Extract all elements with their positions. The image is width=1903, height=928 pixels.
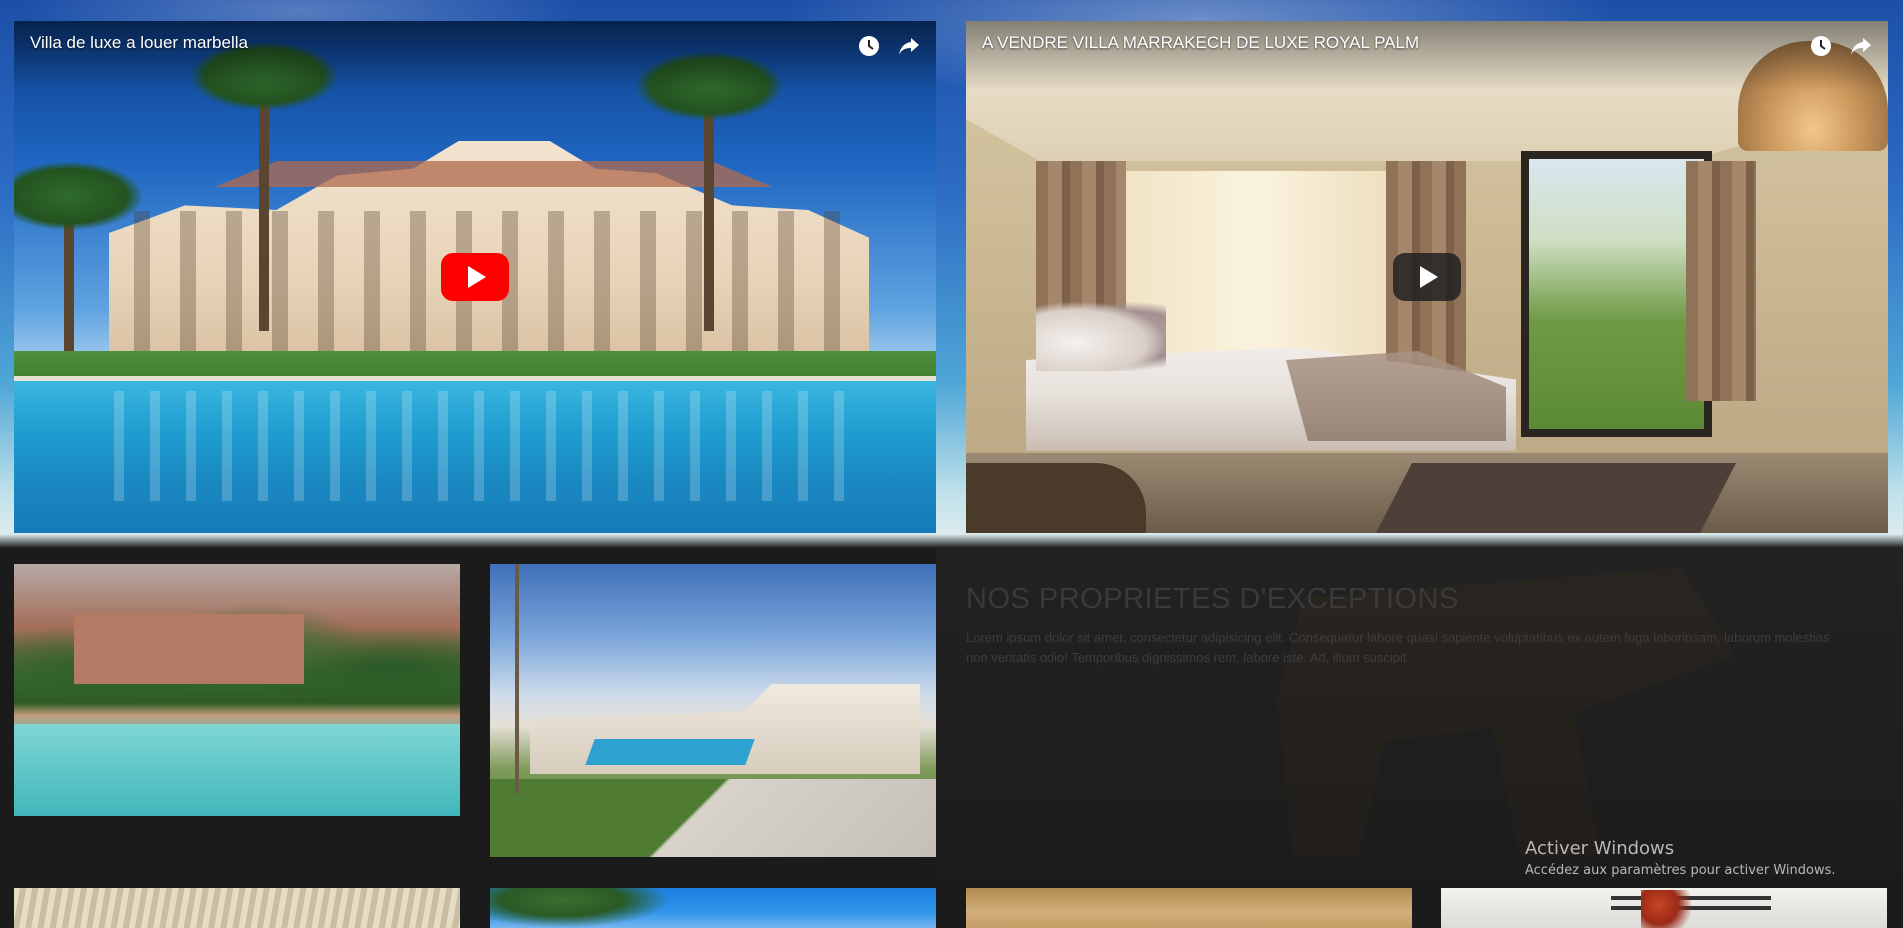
gallery-image-interior[interactable] bbox=[966, 888, 1412, 928]
palm-tree bbox=[189, 41, 339, 331]
play-button[interactable] bbox=[441, 253, 509, 301]
pool bbox=[585, 739, 755, 765]
watermark-title: Activer Windows bbox=[1525, 838, 1675, 859]
video-title-shade bbox=[966, 21, 1888, 91]
play-icon bbox=[1420, 266, 1438, 288]
windows-activation-watermark: Activer Windows Accédez aux paramètres p… bbox=[1525, 838, 1836, 878]
share-icon[interactable] bbox=[896, 33, 922, 59]
section-title: NOS PROPRIETES D'EXCEPTIONS bbox=[966, 583, 1459, 615]
watermark-subtitle: Accédez aux paramètres pour activer Wind… bbox=[1525, 863, 1836, 878]
rug bbox=[1376, 463, 1736, 533]
video-embed-marrakech[interactable]: A VENDRE VILLA MARRAKECH DE LUXE ROYAL P… bbox=[966, 21, 1888, 533]
video-title-shade bbox=[14, 21, 936, 91]
share-icon[interactable] bbox=[1848, 33, 1874, 59]
garden-window bbox=[1521, 151, 1712, 437]
gallery-image-balcony[interactable] bbox=[1441, 888, 1887, 928]
house bbox=[74, 614, 304, 684]
curtain bbox=[1686, 161, 1756, 401]
gallery-image-pergola[interactable] bbox=[14, 888, 460, 928]
tree bbox=[515, 564, 519, 794]
play-icon bbox=[468, 266, 486, 288]
play-button[interactable] bbox=[1393, 253, 1461, 301]
palm-tree bbox=[14, 161, 144, 351]
pillows bbox=[1036, 301, 1166, 371]
video-actions bbox=[856, 33, 922, 59]
pool bbox=[14, 724, 460, 816]
video-embed-marbella[interactable]: Villa de luxe a louer marbella bbox=[14, 21, 936, 533]
clock-icon[interactable] bbox=[856, 33, 882, 59]
palm-tree bbox=[634, 51, 784, 331]
pool-reflection bbox=[14, 381, 936, 533]
gallery-image-palm-sky[interactable] bbox=[490, 888, 936, 928]
section-description: Lorem ipsum dolor sit amet, consectetur … bbox=[966, 630, 1830, 665]
video-title[interactable]: A VENDRE VILLA MARRAKECH DE LUXE ROYAL P… bbox=[982, 33, 1419, 53]
video-title[interactable]: Villa de luxe a louer marbella bbox=[30, 33, 248, 53]
video-actions bbox=[1808, 33, 1874, 59]
gallery-image-modern-villa[interactable] bbox=[490, 564, 936, 857]
side-table bbox=[966, 463, 1146, 533]
gallery-image-pool-palms[interactable] bbox=[14, 564, 460, 816]
clock-icon[interactable] bbox=[1808, 33, 1834, 59]
patio bbox=[490, 779, 936, 857]
